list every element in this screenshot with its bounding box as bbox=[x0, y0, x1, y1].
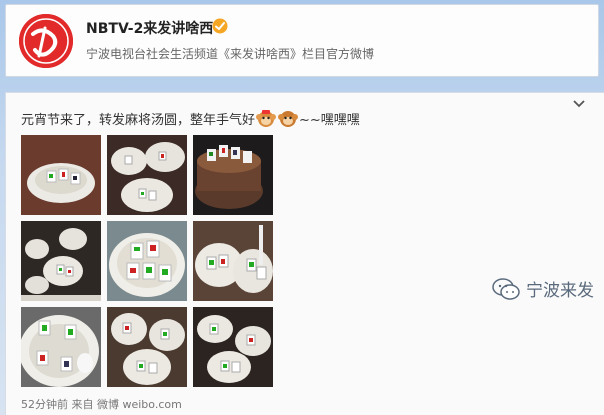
chevron-down-icon[interactable] bbox=[572, 97, 586, 111]
post-text-tail: ~~嘿嘿嘿 bbox=[299, 112, 360, 128]
post-image-tangyuan-plate[interactable] bbox=[21, 307, 101, 387]
post-text: 元宵节来了，转发麻将汤圆，整年手气好 ~~嘿嘿嘿 bbox=[21, 108, 360, 128]
post-image-tangyuan-spoon-bowl[interactable] bbox=[107, 307, 187, 387]
monkey-emoji-icon bbox=[278, 111, 299, 127]
post-image-tangyuan-bowls[interactable] bbox=[107, 135, 187, 215]
watermark: 宁波来发 bbox=[492, 276, 594, 301]
post-image-mahjong-tangyuan-bowl[interactable] bbox=[107, 221, 187, 301]
verified-icon bbox=[212, 18, 228, 34]
profile-card: NBTV-2来发讲啥西 宁波电视台社会生活频道《来发讲啥西》栏目官方微博 bbox=[5, 4, 599, 77]
profile-description: 宁波电视台社会生活频道《来发讲啥西》栏目官方微博 bbox=[86, 47, 375, 61]
monkey-emoji-icon bbox=[256, 110, 277, 127]
post-image-tangyuan-bowl[interactable] bbox=[21, 135, 101, 215]
post-text-main: 元宵节来了，转发麻将汤圆，整年手气好 bbox=[21, 112, 256, 128]
post-image-mahjong-cake[interactable] bbox=[193, 135, 273, 215]
watermark-text: 宁波来发 bbox=[526, 281, 594, 301]
post-image-mahjong-tangyuan-bowls-2[interactable] bbox=[193, 221, 273, 301]
profile-name[interactable]: NBTV-2来发讲啥西 bbox=[86, 18, 213, 38]
post-image-mahjong-tangyuan-tray[interactable] bbox=[21, 221, 101, 301]
wechat-icon bbox=[492, 277, 520, 300]
post-card: 元宵节来了，转发麻将汤圆，整年手气好 ~~嘿嘿嘿 52分钟前 来自 微博 wei… bbox=[5, 92, 604, 415]
image-grid bbox=[21, 135, 273, 387]
avatar-logo-icon bbox=[19, 14, 73, 68]
post-meta[interactable]: 52分钟前 来自 微博 weibo.com bbox=[21, 396, 182, 412]
avatar[interactable] bbox=[19, 14, 73, 68]
post-image-tangyuan-bowls-3[interactable] bbox=[193, 307, 273, 387]
